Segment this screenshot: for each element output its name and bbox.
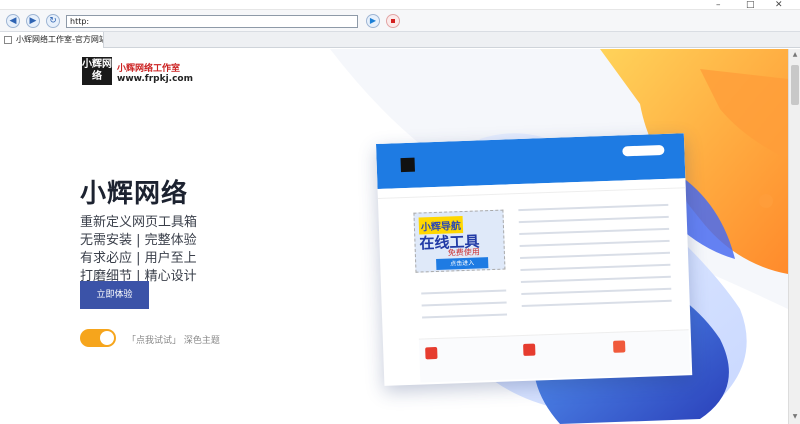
mockup-line: [520, 251, 671, 260]
scroll-up-icon[interactable]: ▲: [791, 51, 799, 58]
go-icon[interactable]: ▶: [366, 14, 380, 28]
mockup-search: [622, 144, 665, 157]
tab-title: 小辉网络工作室-官方网站-: [16, 35, 104, 44]
page-content: 小辉网络 小辉网络工作室 www.frpkj.com 小辉网络 重新定义网页工具…: [0, 49, 788, 424]
mockup-app-icon: [425, 346, 438, 360]
mockup-footer: [418, 329, 691, 383]
mockup-line: [520, 263, 671, 272]
feature-line-3: 有求必应 | 用户至上: [80, 251, 197, 266]
toggle-knob: [100, 331, 114, 345]
mockup-line: [519, 227, 670, 236]
mockup-line: [421, 301, 507, 307]
scrollbar[interactable]: ▲ ▼: [788, 49, 800, 424]
minimize-button[interactable]: –: [716, 0, 721, 10]
browser-toolbar: ◀ ▶ ↻ http: ▶: [0, 10, 800, 32]
site-logo[interactable]: 小辉网络: [82, 57, 112, 85]
mockup-logo: [400, 157, 415, 173]
close-window-button[interactable]: ✕: [775, 0, 783, 10]
mockup-promo-button: 点击进入: [436, 257, 489, 270]
feature-line-2: 无需安装 | 完整体验: [80, 233, 197, 248]
mockup-line: [519, 239, 670, 248]
mockup-line: [521, 299, 672, 308]
scroll-down-icon[interactable]: ▼: [791, 413, 799, 420]
dark-theme-toggle[interactable]: [80, 329, 116, 347]
brand-url: www.frpkj.com: [117, 74, 193, 84]
website-mockup: 小辉导航 在线工具 免费使用 点击进入: [376, 133, 693, 386]
window-titlebar: – □ ✕: [0, 0, 800, 10]
mockup-line: [421, 289, 507, 295]
mockup-line: [520, 275, 671, 284]
mockup-line: [521, 287, 672, 296]
mockup-app-icon: [613, 340, 626, 353]
hero-title: 小辉网络: [80, 179, 189, 209]
mockup-line: [518, 215, 669, 224]
tab-current[interactable]: 小辉网络工作室-官方网站-: [0, 32, 104, 48]
stop-icon[interactable]: [386, 14, 400, 28]
feature-line-1: 重新定义网页工具箱: [80, 215, 198, 230]
tab-bar: 小辉网络工作室-官方网站-: [0, 32, 800, 48]
refresh-icon[interactable]: ↻: [46, 14, 60, 28]
mockup-app-icon: [523, 343, 536, 356]
mockup-line: [518, 203, 669, 212]
page-icon: [4, 36, 12, 44]
mockup-line: [422, 313, 508, 319]
dark-theme-label: 「点我试试」 深色主题: [127, 336, 220, 346]
brand-name: 小辉网络工作室: [117, 64, 181, 74]
scroll-thumb[interactable]: [791, 65, 799, 105]
try-now-button[interactable]: 立即体验: [80, 281, 149, 309]
address-bar[interactable]: http:: [66, 15, 358, 28]
maximize-button[interactable]: □: [746, 0, 755, 10]
back-icon[interactable]: ◀: [6, 14, 20, 28]
forward-icon[interactable]: ▶: [26, 14, 40, 28]
